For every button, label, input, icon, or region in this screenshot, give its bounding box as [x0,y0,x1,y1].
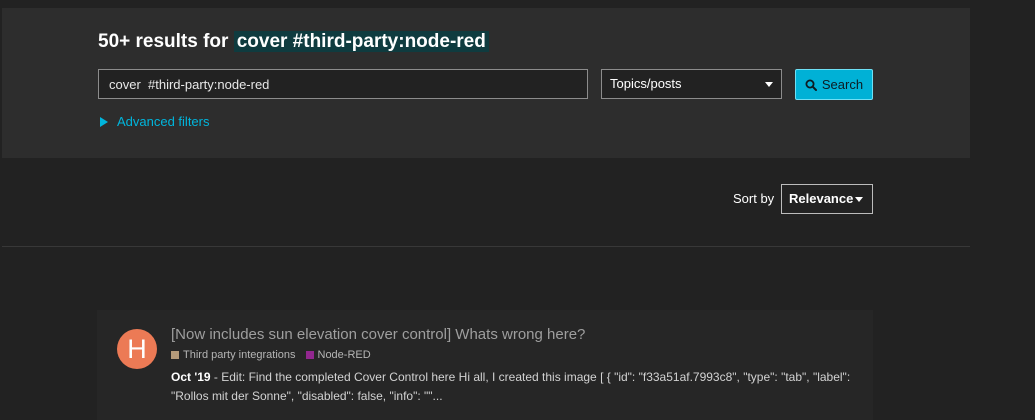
result-excerpt: - Edit: Find the completed Cover Control… [171,370,851,403]
expand-triangle-icon [100,116,108,127]
divider [2,246,970,247]
caret-down-icon [765,82,773,87]
search-type-select[interactable]: Topics/posts [601,69,782,99]
advanced-filters-toggle[interactable]: Advanced filters [100,114,210,129]
sort-value: Relevance [789,191,854,206]
category-name: Third party integrations [183,349,296,361]
results-heading: 50+ results for cover #third-party:node-… [98,29,489,55]
search-input[interactable] [98,69,588,99]
search-button[interactable]: Search [795,69,873,100]
category-badge-node-red[interactable]: Node-RED [305,349,371,361]
category-badges: Third party integrations Node-RED [171,349,371,361]
results-count-text: 50+ results for [98,31,229,52]
result-title-link[interactable]: [Now includes sun elevation cover contro… [171,326,585,343]
advanced-filters-label: Advanced filters [117,114,210,129]
category-color-swatch [305,351,314,359]
search-term-highlight: cover #third-party:node-red [233,31,489,52]
result-date: Oct '19 [171,370,211,384]
search-button-label: Search [821,77,864,92]
sort-select[interactable]: Relevance [781,184,873,214]
sort-label: Sort by [733,191,775,206]
search-result-item: H [Now includes sun elevation cover cont… [97,310,873,420]
category-badge-third-party[interactable]: Third party integrations [171,349,296,361]
search-type-value: Topics/posts [610,76,682,91]
avatar[interactable]: H [117,329,157,369]
search-icon [805,79,817,91]
category-color-swatch [171,351,179,359]
result-blurb: Oct '19 - Edit: Find the completed Cover… [171,368,861,406]
category-name: Node-RED [317,349,371,361]
caret-down-icon [855,197,863,202]
